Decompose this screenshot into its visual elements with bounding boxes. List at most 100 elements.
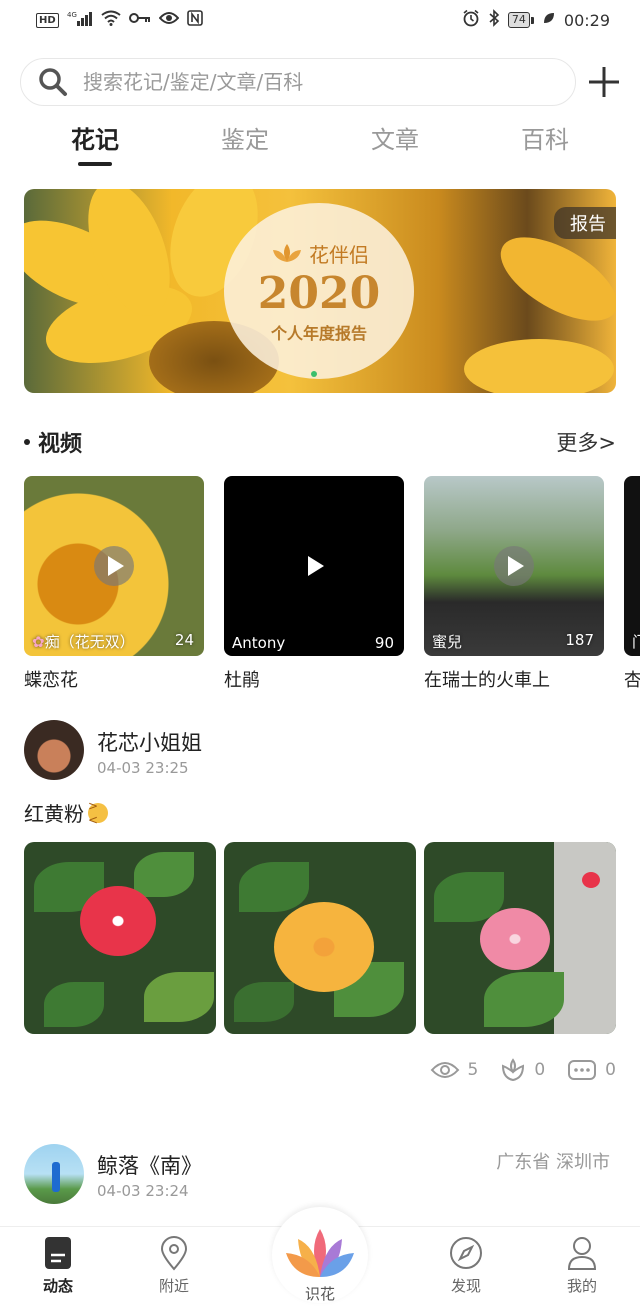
annual-report-banner[interactable]: 花伴侣 2020 个人年度报告 报告	[24, 189, 616, 393]
video-author: 蜜兒	[432, 633, 463, 651]
video-card[interactable]: ✿痴（花无双） 24 蝶恋花	[24, 476, 204, 692]
alarm-icon	[462, 9, 480, 31]
nfc-icon	[186, 10, 203, 30]
video-count: 24	[174, 631, 194, 649]
nav-profile-label: 我的	[566, 1277, 597, 1295]
bullet-icon	[24, 439, 30, 445]
video-title[interactable]: 在瑞士的火車上	[424, 666, 604, 692]
tab-encyclopedia[interactable]: 百科	[485, 118, 605, 170]
tab-flower-notes[interactable]: 花记	[35, 118, 155, 170]
post-time: 04-03 23:24	[97, 1182, 189, 1200]
nav-feed-label: 动态	[42, 1277, 73, 1295]
battery-level: 74	[507, 12, 530, 28]
nav-nearby-label: 附近	[158, 1277, 189, 1295]
battery-icon: 74	[507, 12, 534, 28]
search-box[interactable]	[20, 58, 576, 106]
video-meta: 门	[632, 631, 640, 652]
lotus-logo-icon	[286, 1229, 354, 1277]
lotus-icon	[273, 244, 301, 262]
section-title-text: 视频	[38, 432, 83, 457]
comments-count: 0	[605, 1060, 616, 1080]
more-link[interactable]: 更多>	[556, 427, 616, 457]
brand-logo: 花伴侣	[269, 239, 369, 268]
video-author: ✿痴（花无双）	[32, 633, 135, 651]
tab-articles[interactable]: 文章	[335, 118, 455, 170]
laughing-emoji-icon: ><	[88, 799, 108, 827]
video-thumbnail[interactable]: 蜜兒 187	[424, 476, 604, 656]
play-icon[interactable]	[94, 546, 134, 586]
like-button[interactable]: 0	[500, 1058, 545, 1082]
video-count: 187	[565, 631, 594, 649]
flower-like-icon	[502, 1058, 525, 1082]
nav-discover-label: 发现	[450, 1277, 481, 1295]
key-icon	[128, 12, 151, 28]
user-icon	[567, 1237, 597, 1270]
post-photo[interactable]	[424, 842, 616, 1034]
report-year: 2020	[257, 267, 381, 319]
post-stats: 5 0 0	[430, 1058, 616, 1082]
signal-icon: 4G	[67, 10, 93, 30]
avatar[interactable]	[24, 1144, 84, 1204]
brand-name: 花伴侣	[309, 242, 369, 267]
video-title[interactable]: 蝶恋花	[24, 666, 204, 692]
nav-identify-label[interactable]: 识花	[280, 1283, 360, 1304]
video-section-header: 视频 更多>	[24, 424, 616, 460]
video-author: Antony	[232, 634, 286, 652]
video-thumbnail[interactable]: ✿痴（花无双） 24	[24, 476, 204, 656]
post-text-content: 红黄粉	[24, 802, 84, 826]
video-card[interactable]: Antony 90 杜鹃	[224, 476, 404, 692]
status-bar: HD 4G 74 00:29	[0, 0, 640, 40]
svg-text:4G: 4G	[67, 11, 77, 19]
add-button[interactable]	[586, 64, 622, 100]
video-card[interactable]: 门 杏	[624, 476, 640, 692]
nav-nearby[interactable]: 附近	[134, 1235, 214, 1296]
post-location: 广东省 深圳市	[496, 1152, 610, 1173]
video-title[interactable]: 杜鹃	[224, 666, 404, 692]
search-input[interactable]	[83, 70, 523, 94]
wifi-icon	[101, 10, 121, 30]
post-photo[interactable]	[224, 842, 416, 1034]
compass-icon	[450, 1237, 482, 1269]
report-subtitle: 个人年度报告	[270, 323, 367, 343]
status-right: 74 00:29	[462, 9, 610, 31]
comment-button[interactable]: 0	[567, 1059, 616, 1081]
report-badge: 花伴侣 2020 个人年度报告	[224, 203, 414, 379]
carousel-indicator	[311, 371, 317, 377]
post-photo[interactable]	[24, 842, 216, 1034]
likes-count: 0	[534, 1060, 546, 1080]
avatar[interactable]	[24, 720, 84, 780]
plus-icon	[589, 67, 619, 97]
hd-badge: HD	[36, 12, 59, 28]
clock: 00:29	[563, 10, 610, 30]
tab-bar: 花记 鉴定 文章 百科	[0, 118, 640, 170]
video-title[interactable]: 杏	[624, 666, 640, 692]
search-row	[0, 56, 640, 108]
play-icon[interactable]	[494, 546, 534, 586]
search-icon	[39, 68, 67, 96]
feed-icon	[45, 1237, 71, 1269]
video-meta: Antony 90	[232, 634, 394, 652]
video-thumbnail[interactable]: Antony 90	[224, 476, 404, 656]
report-tag: 报告	[554, 207, 616, 239]
leaf-icon	[542, 11, 556, 29]
post-username[interactable]: 鲸落《南》	[97, 1150, 202, 1180]
video-thumbnail[interactable]: 门	[624, 476, 640, 656]
location-pin-icon	[160, 1236, 188, 1271]
nav-discover[interactable]: 发现	[426, 1235, 506, 1296]
views-stat: 5	[430, 1060, 478, 1080]
status-left: HD 4G	[36, 10, 203, 30]
comment-icon	[568, 1060, 597, 1080]
nav-profile[interactable]: 我的	[542, 1235, 622, 1296]
eye-icon	[430, 1062, 459, 1078]
video-meta: 蜜兒 187	[432, 631, 594, 652]
bottom-nav: 动态 附近 识花 发现 我的	[0, 1207, 640, 1306]
play-icon[interactable]	[294, 546, 334, 586]
eye-icon	[158, 11, 180, 29]
post-username[interactable]: 花芯小姐姐	[97, 727, 202, 757]
video-list: ✿痴（花无双） 24 蝶恋花 Antony 90 杜鹃 蜜兒 187 在瑞士的火…	[24, 476, 640, 696]
section-title: 视频	[24, 426, 82, 458]
tab-identify[interactable]: 鉴定	[185, 118, 305, 170]
nav-feed[interactable]: 动态	[18, 1235, 98, 1296]
video-card[interactable]: 蜜兒 187 在瑞士的火車上	[424, 476, 604, 692]
video-meta: ✿痴（花无双） 24	[32, 631, 194, 652]
